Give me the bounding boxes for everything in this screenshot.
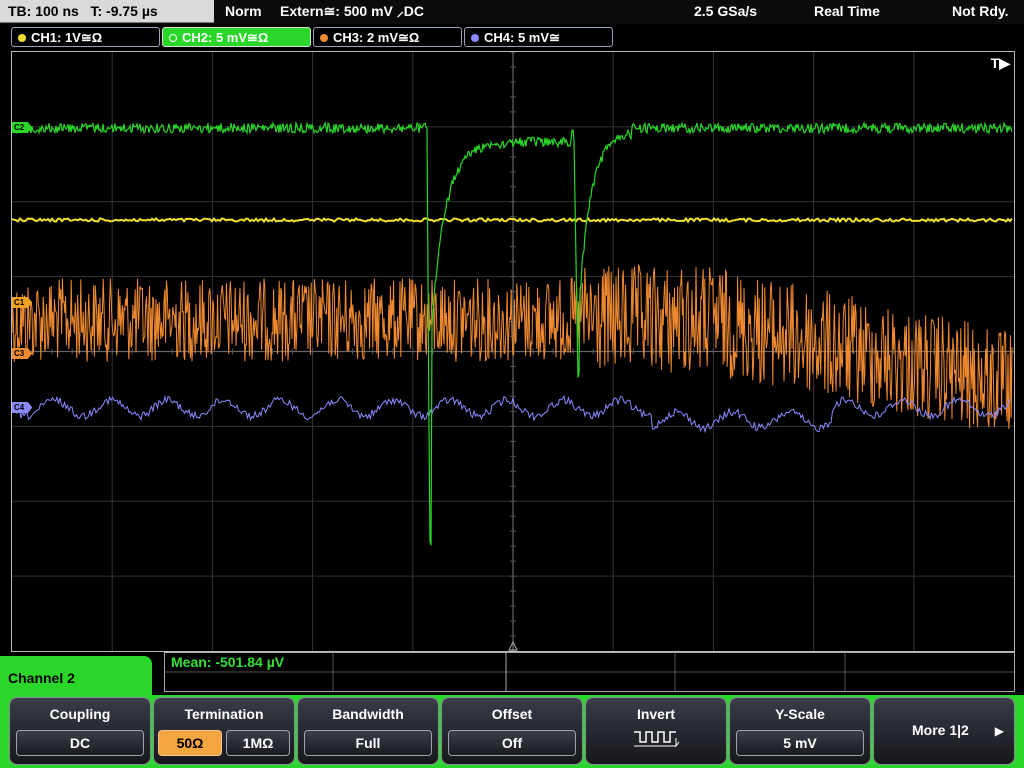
ch3-dot-icon [320, 33, 328, 42]
ch2-label: CH2: 5 mV≅Ω [182, 30, 269, 45]
acquisition-mode-label: Real Time [814, 3, 880, 19]
termination-50ohm-option[interactable]: 50Ω [158, 730, 222, 756]
coupling-value[interactable]: DC [16, 730, 144, 756]
yscale-softkey[interactable]: Y-Scale 5 mV [729, 697, 871, 765]
more-label: More 1|2 [912, 722, 969, 738]
ch4-label: CH4: 5 mV≅ [484, 30, 560, 45]
invert-softkey[interactable]: Invert [585, 697, 727, 765]
status-bar: TB: 100 ns T: -9.75 µs Norm Extern≅: 500… [0, 0, 1024, 24]
coupling-softkey[interactable]: Coupling DC [9, 697, 151, 765]
coupling-title: Coupling [49, 706, 111, 722]
termination-1mohm-option[interactable]: 1MΩ [226, 730, 290, 756]
channel-tabs: CH1: 1V≅Ω CH2: 5 mV≅Ω CH3: 2 mV≅Ω CH4: 5… [0, 26, 1024, 48]
termination-softkey[interactable]: Termination 50Ω 1MΩ [153, 697, 295, 765]
menu-title: Channel 2 [0, 656, 152, 700]
waveform-display[interactable]: T▶ C2 C1 C3 C4 [11, 51, 1015, 652]
offset-value[interactable]: Off [448, 730, 576, 756]
invert-waveform-icon [634, 731, 680, 748]
more-softkey[interactable]: More 1|2 ▶ [873, 697, 1015, 765]
ch4-trace [12, 394, 1012, 434]
tab-ch1[interactable]: CH1: 1V≅Ω [11, 27, 160, 47]
measurement-panel: Mean: -501.84 µV [164, 652, 1015, 692]
termination-title: Termination [184, 706, 264, 722]
bandwidth-value[interactable]: Full [304, 730, 432, 756]
sample-rate-label: 2.5 GSa/s [694, 3, 758, 19]
offset-softkey[interactable]: Offset Off [441, 697, 583, 765]
trigger-time-label: T: -9.75 µs [90, 3, 158, 19]
trigger-status-label: Not Rdy. [952, 3, 1009, 19]
more-arrow-icon: ▶ [994, 724, 1004, 738]
measurement-grid [165, 653, 1014, 691]
ch1-label: CH1: 1V≅Ω [31, 30, 103, 45]
trigger-source-label[interactable]: Extern≅: 500 mV ⸝DC [280, 0, 424, 23]
invert-title: Invert [636, 706, 676, 722]
tab-ch3[interactable]: CH3: 2 mV≅Ω [313, 27, 462, 47]
ch4-dot-icon [471, 33, 479, 42]
tab-ch4[interactable]: CH4: 5 mV≅ [464, 27, 613, 47]
trigger-mode-label[interactable]: Norm [225, 0, 262, 23]
waveform-traces [12, 120, 1013, 546]
tab-ch2[interactable]: CH2: 5 mV≅Ω [162, 27, 311, 47]
ch2-dot-icon [169, 33, 177, 42]
timebase-box[interactable]: TB: 100 ns T: -9.75 µs [0, 0, 214, 23]
ch3-label: CH3: 2 mV≅Ω [333, 30, 420, 45]
ch1-dot-icon [18, 33, 26, 42]
yscale-title: Y-Scale [775, 706, 825, 722]
bandwidth-softkey[interactable]: Bandwidth Full [297, 697, 439, 765]
mean-measurement: Mean: -501.84 µV [171, 654, 285, 670]
yscale-value[interactable]: 5 mV [736, 730, 864, 756]
offset-title: Offset [491, 706, 533, 722]
ch1-trace [12, 216, 1013, 224]
trigger-position-marker: T▶ [990, 55, 1010, 71]
timebase-label: TB: 100 ns [8, 3, 79, 19]
bandwidth-title: Bandwidth [332, 706, 404, 722]
